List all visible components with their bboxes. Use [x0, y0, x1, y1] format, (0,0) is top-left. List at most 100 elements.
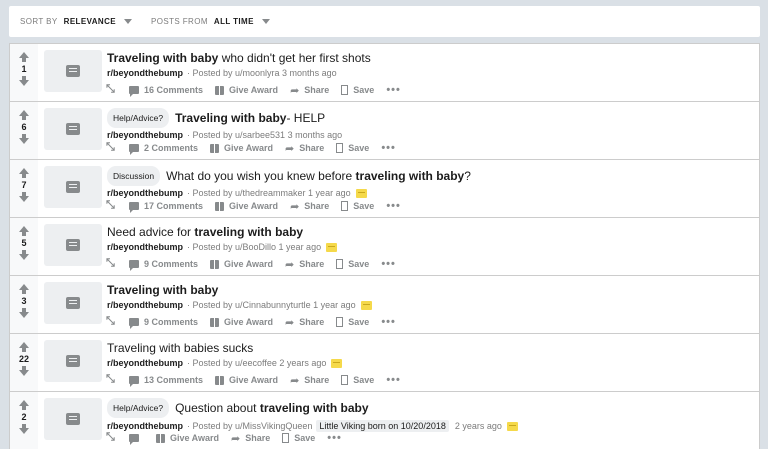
award-icon[interactable] — [331, 358, 343, 368]
save-button[interactable]: Save — [341, 201, 374, 211]
save-button[interactable]: Save — [341, 375, 374, 385]
post-title[interactable]: Help/Advice? Traveling with baby - HELP — [107, 108, 753, 128]
post-title-part[interactable]: traveling with baby — [356, 168, 465, 184]
subreddit-link[interactable]: r/beyondthebump — [107, 130, 183, 140]
share-button[interactable]: ➦ Share — [285, 317, 324, 328]
comments-button[interactable]: 13 Comments — [129, 375, 203, 387]
downvote-icon[interactable] — [19, 250, 29, 260]
upvote-icon[interactable] — [19, 284, 29, 294]
downvote-icon[interactable] — [19, 424, 29, 434]
post-card[interactable]: 2 Help/Advice? Question about traveling … — [9, 391, 760, 449]
give-award-button[interactable]: Give Award — [215, 375, 278, 385]
give-award-button[interactable]: Give Award — [215, 85, 278, 95]
post-thumbnail[interactable] — [44, 50, 102, 92]
post-thumbnail[interactable] — [44, 398, 102, 440]
expand-icon[interactable] — [106, 198, 117, 212]
save-button[interactable]: Save — [336, 259, 369, 269]
comments-button[interactable]: 2 Comments — [129, 143, 198, 155]
post-thumbnail[interactable] — [44, 224, 102, 266]
posts-from-value[interactable]: ALL TIME — [214, 17, 254, 26]
subreddit-link[interactable]: r/beyondthebump — [107, 421, 183, 431]
subreddit-link[interactable]: r/beyondthebump — [107, 68, 183, 78]
more-icon[interactable]: ••• — [381, 142, 396, 154]
award-icon[interactable] — [355, 188, 367, 198]
comments-button[interactable]: 16 Comments — [129, 85, 203, 97]
sort-by-value[interactable]: RELEVANCE — [64, 17, 116, 26]
more-icon[interactable]: ••• — [327, 432, 342, 444]
expand-icon[interactable] — [106, 372, 117, 386]
subreddit-link[interactable]: r/beyondthebump — [107, 358, 183, 368]
post-title-part[interactable]: Traveling with babies sucks — [107, 340, 253, 356]
comments-button[interactable] — [129, 434, 144, 445]
give-award-button[interactable]: Give Award — [156, 433, 219, 443]
post-title[interactable]: Traveling with babies sucks — [107, 340, 753, 356]
downvote-icon[interactable] — [19, 308, 29, 318]
more-icon[interactable]: ••• — [386, 84, 401, 96]
more-icon[interactable]: ••• — [381, 316, 396, 328]
subreddit-link[interactable]: r/beyondthebump — [107, 242, 183, 252]
post-card[interactable]: 3 Traveling with baby r/beyondthebump · … — [9, 275, 760, 333]
share-button[interactable]: ➦ Share — [285, 259, 324, 270]
downvote-icon[interactable] — [19, 366, 29, 376]
subreddit-link[interactable]: r/beyondthebump — [107, 300, 183, 310]
post-title[interactable]: Traveling with baby — [107, 282, 753, 298]
subreddit-link[interactable]: r/beyondthebump — [107, 188, 183, 198]
share-button[interactable]: ➦ Share — [290, 375, 329, 386]
post-card[interactable]: 6 Help/Advice? Traveling with baby - HELP… — [9, 101, 760, 159]
post-card[interactable]: 1 Traveling with baby who didn't get her… — [9, 43, 760, 101]
expand-icon[interactable] — [106, 256, 117, 270]
post-title[interactable]: Need advice for traveling with baby — [107, 224, 753, 240]
give-award-button[interactable]: Give Award — [215, 201, 278, 211]
award-icon[interactable] — [506, 421, 518, 431]
share-button[interactable]: ➦ Share — [285, 143, 324, 154]
post-title-part[interactable]: traveling with baby — [194, 224, 303, 240]
post-card[interactable]: 7 Discussion What do you wish you knew b… — [9, 159, 760, 217]
expand-icon[interactable] — [106, 430, 117, 444]
more-icon[interactable]: ••• — [381, 258, 396, 270]
share-button[interactable]: ➦ Share — [231, 433, 270, 444]
upvote-icon[interactable] — [19, 226, 29, 236]
post-title-part[interactable]: Need advice for — [107, 224, 194, 240]
post-flair[interactable]: Help/Advice? — [107, 108, 170, 128]
award-icon[interactable] — [326, 242, 338, 252]
post-title-part[interactable]: ? — [464, 168, 471, 184]
post-flair[interactable]: Help/Advice? — [107, 398, 170, 418]
post-title-part[interactable]: Traveling with baby — [107, 50, 218, 66]
award-icon[interactable] — [360, 300, 372, 310]
save-button[interactable]: Save — [336, 317, 369, 327]
share-button[interactable]: ➦ Share — [290, 85, 329, 96]
post-thumbnail[interactable] — [44, 282, 102, 324]
share-button[interactable]: ➦ Share — [290, 201, 329, 212]
comments-button[interactable]: 9 Comments — [129, 317, 198, 329]
upvote-icon[interactable] — [19, 110, 29, 120]
post-flair[interactable]: Discussion — [107, 166, 161, 186]
post-title-part[interactable]: Question about — [175, 400, 260, 416]
downvote-icon[interactable] — [19, 192, 29, 202]
post-thumbnail[interactable] — [44, 166, 102, 208]
upvote-icon[interactable] — [19, 52, 29, 62]
sort-by-chevron-down-icon[interactable] — [124, 19, 132, 24]
comments-button[interactable]: 17 Comments — [129, 201, 203, 213]
save-button[interactable]: Save — [336, 143, 369, 153]
post-title-part[interactable]: who didn't get her first shots — [218, 50, 371, 66]
more-icon[interactable]: ••• — [386, 374, 401, 386]
save-button[interactable]: Save — [341, 85, 374, 95]
give-award-button[interactable]: Give Award — [210, 143, 273, 153]
expand-icon[interactable] — [106, 140, 117, 154]
post-title[interactable]: Discussion What do you wish you knew bef… — [107, 166, 753, 186]
post-title-part[interactable]: Traveling with baby — [175, 110, 286, 126]
give-award-button[interactable]: Give Award — [210, 259, 273, 269]
expand-icon[interactable] — [106, 314, 117, 328]
more-icon[interactable]: ••• — [386, 200, 401, 212]
post-card[interactable]: 5 Need advice for traveling with baby r/… — [9, 217, 760, 275]
post-thumbnail[interactable] — [44, 340, 102, 382]
post-title[interactable]: Help/Advice? Question about traveling wi… — [107, 398, 753, 418]
save-button[interactable]: Save — [282, 433, 315, 443]
upvote-icon[interactable] — [19, 342, 29, 352]
posts-from-chevron-down-icon[interactable] — [261, 19, 270, 24]
downvote-icon[interactable] — [19, 134, 29, 144]
expand-icon[interactable] — [106, 82, 117, 96]
give-award-button[interactable]: Give Award — [210, 317, 273, 327]
upvote-icon[interactable] — [19, 168, 29, 178]
post-title-part[interactable]: Traveling with baby — [107, 282, 218, 298]
